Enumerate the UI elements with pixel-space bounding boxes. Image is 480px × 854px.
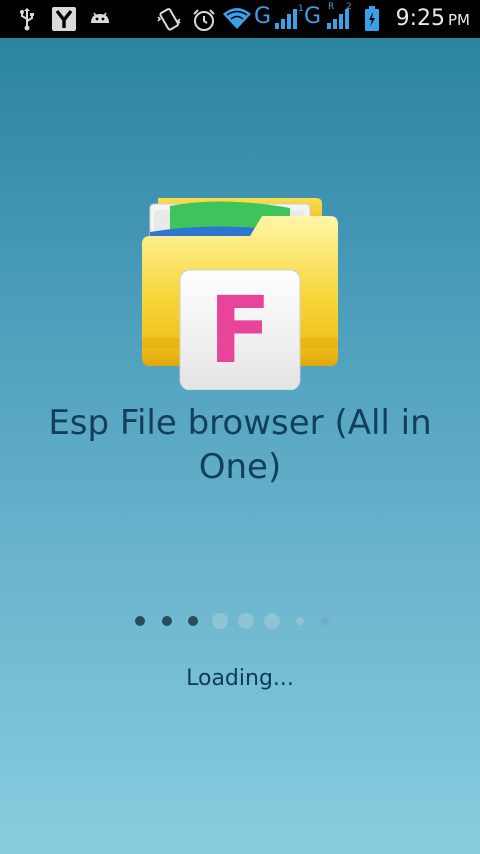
status-bar-right: G 1 G R 2 9:25 PM (150, 0, 480, 38)
wifi-icon (223, 8, 251, 29)
loading-dot (264, 613, 280, 629)
loading-dots (130, 611, 340, 631)
loading-dot (212, 613, 228, 629)
network-type-1: G (254, 4, 272, 29)
loading-dot (135, 616, 145, 626)
vibrate-icon (157, 8, 181, 31)
svg-text:F: F (209, 277, 272, 384)
signal-icon (275, 9, 297, 29)
time-value: 9:25 (395, 6, 445, 31)
loading-dot (321, 617, 329, 625)
network-type-2: G (304, 4, 322, 29)
time-ampm: PM (448, 11, 470, 29)
splash-screen: F Esp File browser (All in One) Loading.… (0, 38, 480, 854)
y-app-icon (52, 7, 76, 31)
alarm-icon (193, 9, 215, 31)
battery-charging-icon (365, 6, 379, 31)
loading-dot (238, 613, 254, 629)
status-bar-left (0, 0, 140, 38)
loading-dot (188, 616, 198, 626)
loading-dot (162, 616, 172, 626)
android-debug-icon (91, 12, 109, 23)
file-folder-f-icon: F (142, 198, 338, 390)
usb-icon (20, 8, 34, 31)
status-time: 9:25 PM (396, 6, 470, 31)
loading-text: Loading... (186, 666, 294, 691)
loading-dot (296, 617, 304, 625)
app-title: Esp File browser (All in One) (48, 403, 432, 487)
signal-icon (327, 9, 349, 29)
status-bar: G 1 G R 2 9:25 PM (0, 0, 480, 38)
sim-1-number: 1 (298, 4, 304, 14)
